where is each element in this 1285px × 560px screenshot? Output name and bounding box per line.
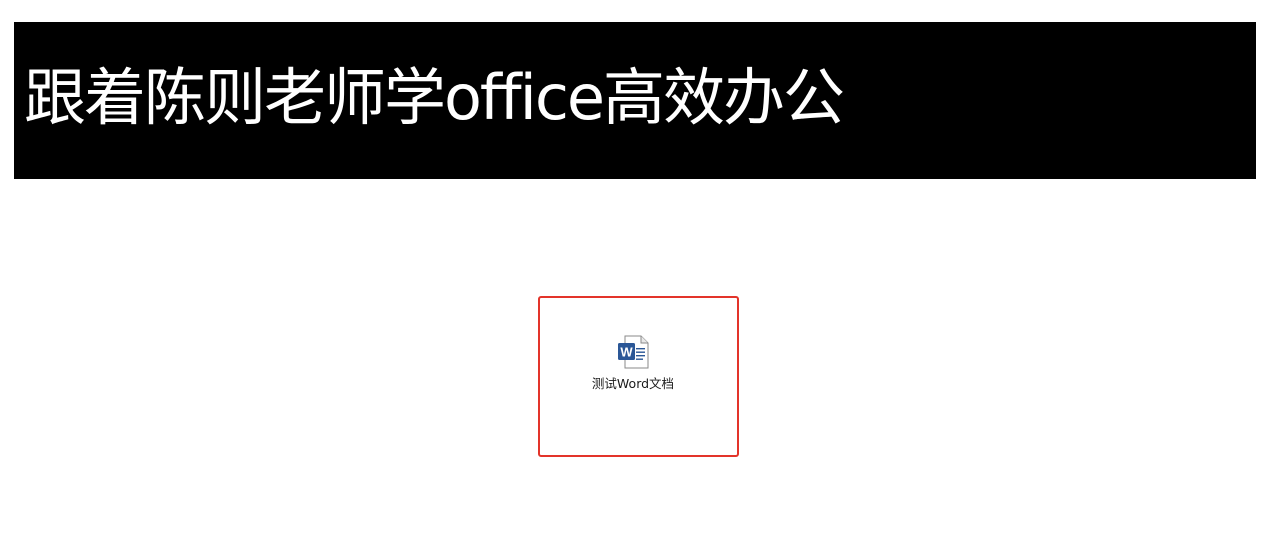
banner-title: 跟着陈则老师学office高效办公: [24, 61, 845, 134]
file-name-label: 测试Word文档: [591, 376, 675, 391]
title-banner: 跟着陈则老师学office高效办公: [14, 22, 1256, 179]
word-document-icon: W: [618, 335, 649, 369]
word-icon-letter: W: [620, 345, 633, 360]
word-file-shortcut[interactable]: W 测试Word文档: [576, 335, 690, 397]
